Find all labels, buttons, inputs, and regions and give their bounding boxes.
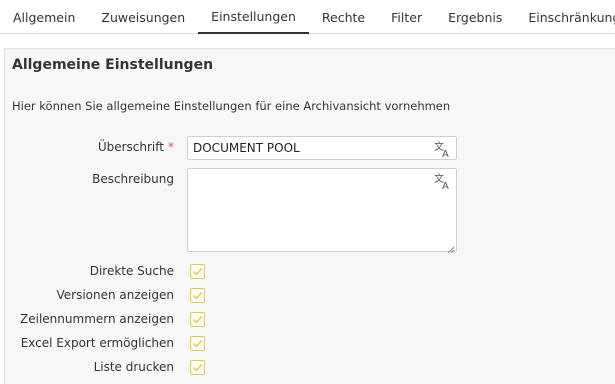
option-label-liste-drucken: Liste drucken: [93, 360, 174, 374]
settings-panel: Allgemeine Einstellungen Hier können Sie…: [4, 48, 615, 384]
option-label-zeilennummern: Zeilennummern anzeigen: [20, 312, 174, 326]
heading-input-value: DOCUMENT POOL: [193, 141, 300, 155]
option-label-excel-export: Excel Export ermöglichen: [20, 336, 174, 350]
tab-einschraenkungen[interactable]: Einschränkungen: [515, 0, 615, 34]
description-label: Beschreibung: [92, 172, 174, 186]
svg-text:A: A: [442, 181, 449, 190]
tab-zuweisungen[interactable]: Zuweisungen: [88, 0, 198, 34]
checkbox-versionen[interactable]: [190, 288, 205, 303]
required-marker: *: [168, 140, 174, 154]
tab-einstellungen[interactable]: Einstellungen: [198, 0, 309, 34]
svg-text:A: A: [442, 149, 449, 158]
option-label-direkte-suche: Direkte Suche: [89, 264, 174, 278]
check-icon: [193, 268, 203, 276]
section-description: Hier können Sie allgemeine Einstellungen…: [12, 99, 451, 113]
resize-grip-icon[interactable]: [447, 242, 455, 254]
check-icon: [193, 340, 203, 348]
check-icon: [193, 316, 203, 324]
option-label-versionen: Versionen anzeigen: [56, 288, 174, 302]
tab-filter[interactable]: Filter: [378, 0, 435, 34]
checkbox-excel-export[interactable]: [190, 336, 205, 351]
translate-icon[interactable]: 文 A: [434, 140, 452, 160]
description-textarea[interactable]: 文 A: [187, 168, 457, 254]
heading-input[interactable]: DOCUMENT POOL 文 A: [187, 136, 457, 160]
tab-allgemein[interactable]: Allgemein: [0, 0, 88, 34]
heading-label-text: Überschrift: [97, 140, 164, 154]
section-title: Allgemeine Einstellungen: [12, 57, 214, 73]
translate-icon[interactable]: 文 A: [434, 172, 452, 192]
heading-label: Überschrift *: [98, 140, 174, 154]
tab-bar: Allgemein Zuweisungen Einstellungen Rech…: [0, 0, 615, 34]
checkbox-zeilennummern[interactable]: [190, 312, 205, 327]
tab-rechte[interactable]: Rechte: [309, 0, 378, 34]
check-icon: [193, 292, 203, 300]
check-icon: [193, 364, 203, 372]
checkbox-liste-drucken[interactable]: [190, 360, 205, 375]
checkbox-direkte-suche[interactable]: [190, 264, 205, 279]
tab-ergebnis[interactable]: Ergebnis: [435, 0, 515, 34]
